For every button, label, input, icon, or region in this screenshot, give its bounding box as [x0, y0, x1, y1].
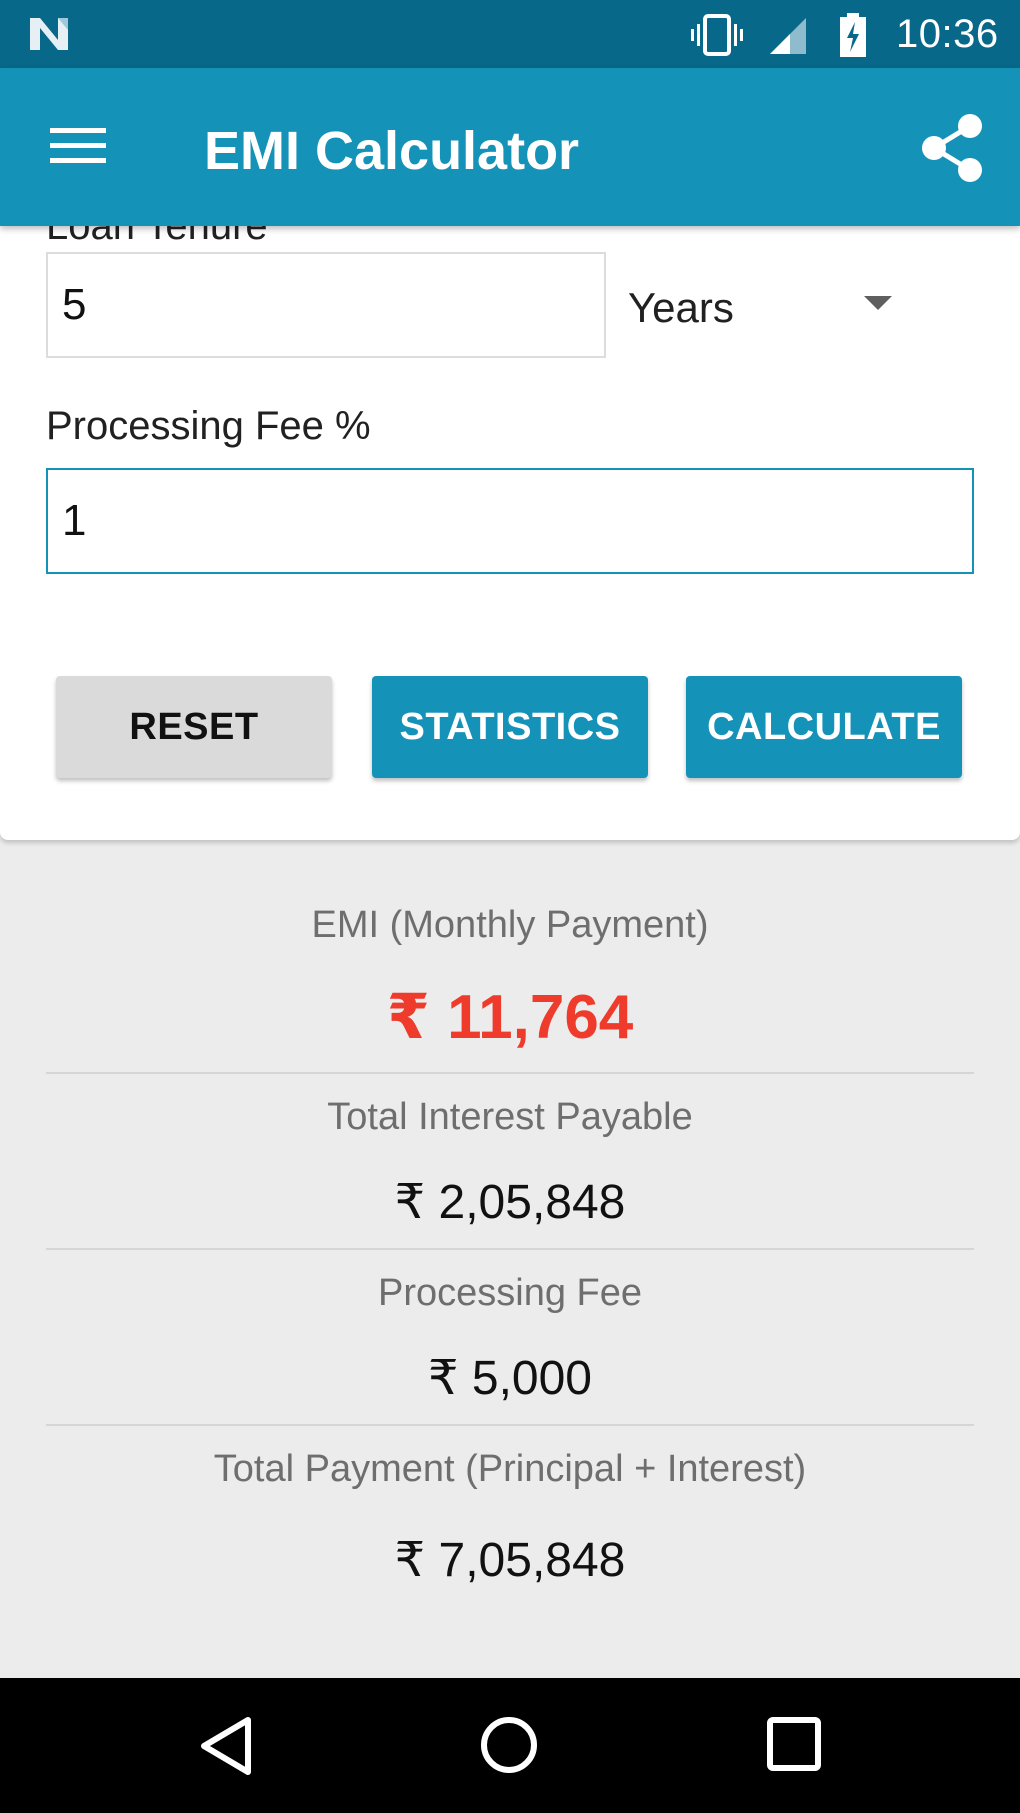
tenure-unit-dropdown[interactable]: Years	[628, 252, 958, 358]
processing-fee-input[interactable]: 1	[46, 468, 974, 574]
emi-label: EMI (Monthly Payment)	[311, 904, 709, 946]
app-bar: EMI Calculator	[0, 68, 1020, 226]
hamburger-menu-icon[interactable]	[50, 124, 106, 168]
nougat-logo-icon	[30, 18, 68, 50]
dropdown-arrow-icon	[864, 296, 892, 310]
processing-fee-label: Processing Fee %	[46, 404, 371, 448]
loan-form-card: Loan Tenure 5 Years Processing Fee % 1 R…	[0, 226, 1020, 840]
loan-tenure-label: Loan Tenure	[46, 226, 268, 248]
app-title: EMI Calculator	[204, 121, 580, 181]
status-bar: 10:36	[0, 0, 1020, 68]
status-time: 10:36	[896, 12, 999, 56]
total-interest-label: Total Interest Payable	[327, 1096, 693, 1138]
total-payment-label: Total Payment (Principal + Interest)	[213, 1448, 807, 1490]
signal-icon	[770, 18, 806, 54]
statistics-button[interactable]: STATISTICS	[372, 676, 648, 778]
tenure-unit-value: Years	[628, 284, 734, 331]
divider	[46, 1248, 974, 1250]
processing-fee-result-label: Processing Fee	[377, 1272, 642, 1314]
results-panel: EMI (Monthly Payment) ₹ 11,764 Total Int…	[0, 840, 1020, 1678]
emi-value: ₹ 11,764	[386, 983, 634, 1052]
vibrate-icon	[691, 14, 743, 56]
processing-fee-result-value: ₹ 5,000	[428, 1352, 592, 1405]
divider	[46, 1072, 974, 1074]
share-icon[interactable]	[918, 112, 986, 184]
divider	[46, 1424, 974, 1426]
home-icon[interactable]	[478, 1714, 540, 1776]
screen: 10:36 EMI Calculator Loan Tenure 5 Years…	[0, 0, 1020, 1813]
back-icon[interactable]	[198, 1714, 256, 1778]
battery-charging-icon	[840, 13, 866, 57]
total-payment-value: ₹ 7,05,848	[394, 1534, 626, 1587]
total-interest-value: ₹ 2,05,848	[394, 1176, 626, 1229]
recents-icon[interactable]	[766, 1716, 822, 1772]
calculate-button[interactable]: CALCULATE	[686, 676, 962, 778]
loan-tenure-input[interactable]: 5	[46, 252, 606, 358]
reset-button[interactable]: RESET	[56, 676, 332, 778]
navigation-bar	[0, 1678, 1020, 1813]
